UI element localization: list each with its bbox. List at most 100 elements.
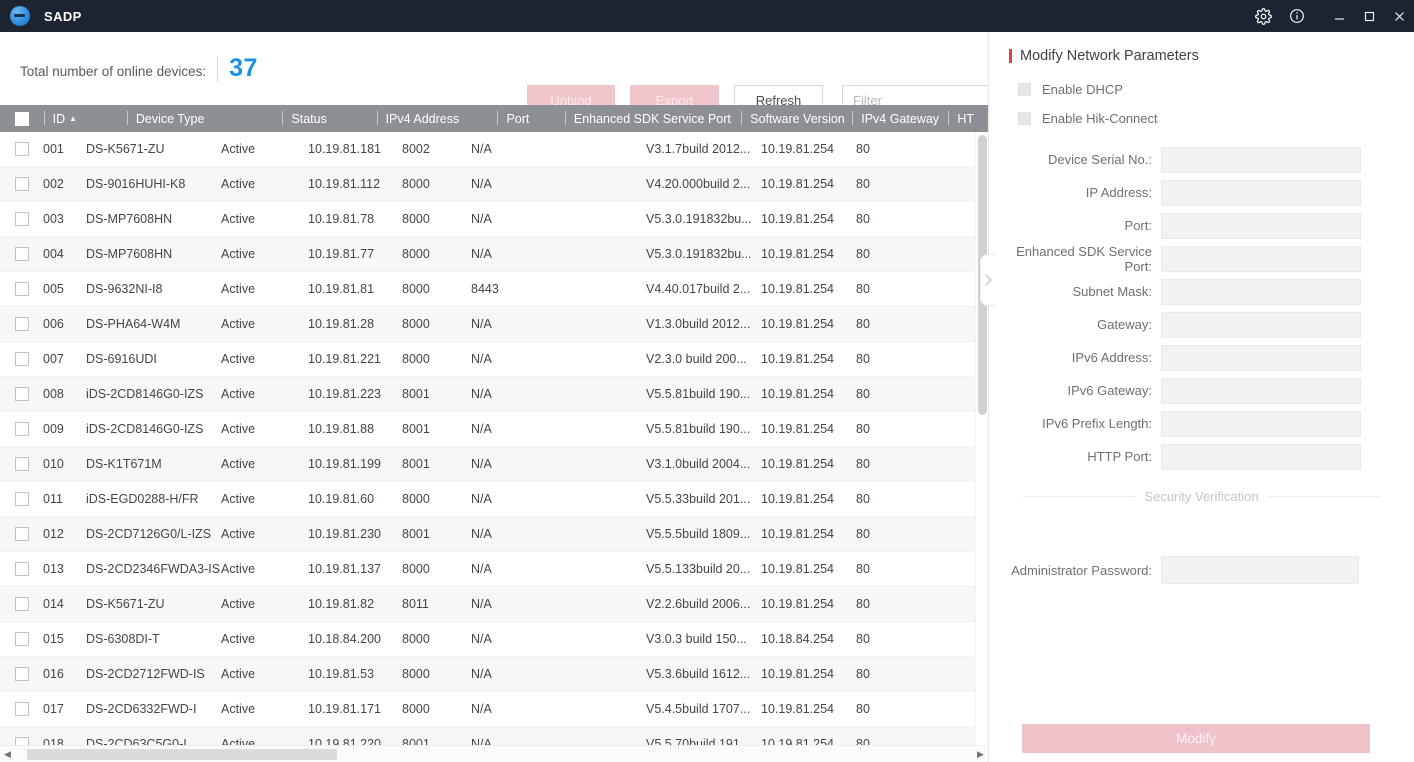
- form-row: IPv6 Gateway:: [989, 375, 1414, 406]
- scroll-left-icon[interactable]: ◀: [0, 746, 15, 762]
- cell-ipv4: 10.19.81.82: [308, 597, 402, 611]
- horizontal-scrollbar[interactable]: ◀ ▶: [0, 745, 988, 762]
- enable-hik-connect-checkbox[interactable]: [1018, 112, 1031, 125]
- row-select-checkbox[interactable]: [15, 562, 29, 576]
- table-rows: 001DS-K5671-ZUActive10.19.81.1818002N/AV…: [0, 132, 988, 762]
- table-row[interactable]: 016DS-2CD2712FWD-ISActive10.19.81.538000…: [0, 657, 988, 692]
- row-select-checkbox[interactable]: [15, 352, 29, 366]
- row-select-checkbox[interactable]: [15, 422, 29, 436]
- row-select-checkbox[interactable]: [15, 317, 29, 331]
- row-select-checkbox[interactable]: [15, 492, 29, 506]
- horizontal-scrollbar-track[interactable]: [15, 746, 973, 762]
- enable-dhcp-checkbox[interactable]: [1018, 83, 1031, 96]
- row-select-checkbox[interactable]: [15, 457, 29, 471]
- column-header-id[interactable]: ID ▲: [44, 105, 127, 132]
- field-input[interactable]: [1161, 147, 1361, 173]
- cell-http: 80: [856, 527, 896, 541]
- minimize-icon[interactable]: [1324, 0, 1354, 32]
- table-row[interactable]: 001DS-K5671-ZUActive10.19.81.1818002N/AV…: [0, 132, 988, 167]
- field-input[interactable]: [1161, 411, 1361, 437]
- column-header-software-version[interactable]: Software Version: [741, 105, 852, 132]
- row-select-checkbox[interactable]: [15, 702, 29, 716]
- panel-collapse-handle[interactable]: [980, 254, 996, 306]
- form-row: IPv6 Prefix Length:: [989, 408, 1414, 439]
- cell-id: 008: [29, 387, 86, 401]
- row-select-checkbox[interactable]: [15, 177, 29, 191]
- field-input[interactable]: [1161, 180, 1361, 206]
- cell-ipv4: 10.19.81.221: [308, 352, 402, 366]
- column-header-ipv4-gateway[interactable]: IPv4 Gateway: [852, 105, 948, 132]
- modify-button[interactable]: Modify: [1022, 724, 1370, 753]
- field-label: Enhanced SDK Service Port:: [989, 244, 1161, 274]
- table-row[interactable]: 002DS-9016HUHI-K8Active10.19.81.1128000N…: [0, 167, 988, 202]
- maximize-icon[interactable]: [1354, 0, 1384, 32]
- cell-port: 8000: [402, 212, 471, 226]
- row-select-checkbox[interactable]: [15, 667, 29, 681]
- cell-id: 007: [29, 352, 86, 366]
- cell-status: Active: [221, 562, 308, 576]
- table-row[interactable]: 014DS-K5671-ZUActive10.19.81.828011N/AV2…: [0, 587, 988, 622]
- cell-sdk: N/A: [471, 212, 646, 226]
- vertical-scrollbar[interactable]: [975, 132, 988, 748]
- row-select-checkbox[interactable]: [15, 527, 29, 541]
- table-row[interactable]: 010DS-K1T671MActive10.19.81.1998001N/AV3…: [0, 447, 988, 482]
- field-input[interactable]: [1161, 444, 1361, 470]
- table-row[interactable]: 006DS-PHA64-W4MActive10.19.81.288000N/AV…: [0, 307, 988, 342]
- column-header-enhanced-sdk-service-port[interactable]: Enhanced SDK Service Port: [565, 105, 741, 132]
- modify-network-parameters-panel: Modify Network Parameters Enable DHCP En…: [988, 32, 1414, 762]
- field-input[interactable]: [1161, 312, 1361, 338]
- table-row[interactable]: 005DS-9632NI-I8Active10.19.81.8180008443…: [0, 272, 988, 307]
- table-row[interactable]: 008iDS-2CD8146G0-IZSActive10.19.81.22380…: [0, 377, 988, 412]
- cell-status: Active: [221, 702, 308, 716]
- cell-gateway: 10.19.81.254: [761, 422, 856, 436]
- field-input[interactable]: [1161, 345, 1361, 371]
- enable-hik-connect-row[interactable]: Enable Hik-Connect: [1018, 111, 1414, 126]
- row-select-checkbox[interactable]: [15, 247, 29, 261]
- cell-type: DS-9016HUHI-K8: [86, 177, 221, 191]
- row-select-checkbox[interactable]: [15, 212, 29, 226]
- gear-icon[interactable]: [1246, 0, 1280, 32]
- row-select-checkbox[interactable]: [15, 387, 29, 401]
- column-header-device-type[interactable]: Device Type: [127, 105, 283, 132]
- field-input[interactable]: [1161, 378, 1361, 404]
- info-circle-icon[interactable]: [1280, 0, 1314, 32]
- cell-http: 80: [856, 562, 896, 576]
- field-input[interactable]: [1161, 213, 1361, 239]
- table-row[interactable]: 013DS-2CD2346FWDA3-ISActive10.19.81.1378…: [0, 552, 988, 587]
- select-all-column-header[interactable]: [0, 105, 44, 132]
- table-row[interactable]: 004DS-MP7608HNActive10.19.81.778000N/AV5…: [0, 237, 988, 272]
- row-select-checkbox[interactable]: [15, 282, 29, 296]
- administrator-password-input[interactable]: [1161, 556, 1359, 584]
- horizontal-scrollbar-thumb[interactable]: [27, 749, 337, 760]
- cell-status: Active: [221, 527, 308, 541]
- cell-port: 8000: [402, 667, 471, 681]
- table-row[interactable]: 012DS-2CD7126G0/L-IZSActive10.19.81.2308…: [0, 517, 988, 552]
- cell-status: Active: [221, 177, 308, 191]
- enable-dhcp-row[interactable]: Enable DHCP: [1018, 82, 1414, 97]
- cell-status: Active: [221, 457, 308, 471]
- column-header-status[interactable]: Status: [282, 105, 376, 132]
- field-input[interactable]: [1161, 279, 1361, 305]
- table-row[interactable]: 017DS-2CD6332FWD-IActive10.19.81.1718000…: [0, 692, 988, 727]
- cell-gateway: 10.19.81.254: [761, 352, 856, 366]
- close-icon[interactable]: [1384, 0, 1414, 32]
- row-select-checkbox[interactable]: [15, 597, 29, 611]
- table-row[interactable]: 009iDS-2CD8146G0-IZSActive10.19.81.88800…: [0, 412, 988, 447]
- cell-http: 80: [856, 422, 896, 436]
- field-input[interactable]: [1161, 246, 1361, 272]
- column-header-port[interactable]: Port: [497, 105, 564, 132]
- sort-ascending-icon[interactable]: ▲: [69, 115, 77, 123]
- row-select-checkbox[interactable]: [15, 632, 29, 646]
- cell-type: DS-6308DI-T: [86, 632, 221, 646]
- column-header-ipv4-address[interactable]: IPv4 Address: [377, 105, 498, 132]
- table-row[interactable]: 011iDS-EGD0288-H/FRActive10.19.81.608000…: [0, 482, 988, 517]
- scroll-right-icon[interactable]: ▶: [973, 746, 988, 762]
- column-header-http-port[interactable]: HT: [948, 105, 988, 132]
- cell-gateway: 10.19.81.254: [761, 142, 856, 156]
- table-row[interactable]: 007DS-6916UDIActive10.19.81.2218000N/AV2…: [0, 342, 988, 377]
- cell-version: V3.1.0build 2004...: [646, 457, 761, 471]
- table-row[interactable]: 003DS-MP7608HNActive10.19.81.788000N/AV5…: [0, 202, 988, 237]
- table-row[interactable]: 015DS-6308DI-TActive10.18.84.2008000N/AV…: [0, 622, 988, 657]
- row-select-checkbox[interactable]: [15, 142, 29, 156]
- select-all-checkbox[interactable]: [15, 112, 29, 126]
